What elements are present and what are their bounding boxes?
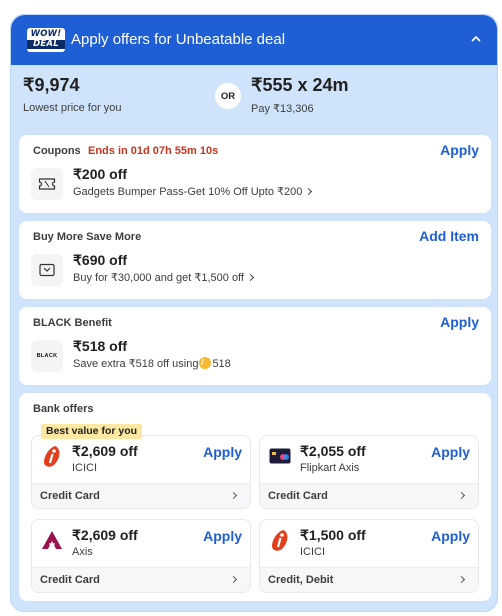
- wow-badge-line1: WOW!: [30, 29, 62, 39]
- buy-more-card: Buy More Save More Add Item ₹690 off Buy…: [19, 221, 491, 299]
- bank-offer-bank: Axis: [72, 546, 93, 558]
- coupon-apply-button[interactable]: Apply: [440, 142, 479, 158]
- bank-offer-apply-button[interactable]: Apply: [431, 528, 470, 544]
- bank-offer-footer[interactable]: Credit Card: [260, 483, 478, 508]
- chevron-right-icon: [229, 575, 238, 584]
- black-coins: 518: [212, 358, 231, 370]
- bank-offer-amount: ₹1,500 off: [300, 527, 366, 543]
- bag-icon: [31, 254, 63, 286]
- wow-deal-badge: WOW! DEAL: [27, 28, 65, 52]
- bank-offer-card-type: Credit, Debit: [268, 574, 334, 586]
- coupons-title: Coupons: [33, 145, 81, 157]
- coupon-description-text: Gadgets Bumper Pass-Get 10% Off Upto ₹20…: [73, 186, 303, 198]
- bank-offer-footer[interactable]: Credit, Debit: [260, 567, 478, 592]
- black-description: Save extra ₹518 off using 518: [73, 357, 231, 370]
- black-benefit-card: BLACK Benefit Apply BLACK ₹518 off Save …: [19, 307, 491, 385]
- supercoin-icon: [199, 357, 212, 369]
- coupon-timer: Ends in 01d 07h 55m 10s: [88, 145, 219, 157]
- chevron-right-icon: [457, 491, 466, 500]
- bank-offer-apply-button[interactable]: Apply: [431, 444, 470, 460]
- bank-offer-tile[interactable]: ₹2,055 off Flipkart Axis Apply Credit Ca…: [259, 435, 479, 509]
- emi-price: ₹555 x 24m: [251, 75, 349, 95]
- offers-header[interactable]: WOW! DEAL Apply offers for Unbeatable de…: [11, 15, 497, 65]
- bank-offer-tile[interactable]: ₹2,609 off ICICI Apply Credit Card: [31, 435, 251, 509]
- bank-offer-card-type: Credit Card: [40, 574, 100, 586]
- flipkart-axis-card-icon: [268, 444, 292, 468]
- axis-logo-icon: [40, 528, 64, 552]
- coupon-amount: ₹200 off: [73, 166, 128, 182]
- offers-panel: WOW! DEAL Apply offers for Unbeatable de…: [10, 14, 498, 612]
- chevron-right-icon: [229, 491, 238, 500]
- icici-logo-icon: [268, 528, 292, 552]
- buy-more-description-text: Buy for ₹30,000 and get ₹1,500 off: [73, 272, 244, 284]
- buy-more-amount: ₹690 off: [73, 252, 128, 268]
- black-description-text: Save extra ₹518 off using: [73, 358, 199, 370]
- bank-offers-title: Bank offers: [33, 403, 94, 415]
- chevron-up-icon[interactable]: [471, 34, 481, 44]
- buy-more-description[interactable]: Buy for ₹30,000 and get ₹1,500 off: [73, 271, 255, 284]
- icici-logo-icon: [40, 444, 64, 468]
- bank-offer-bank: ICICI: [300, 546, 326, 558]
- bank-offer-tile[interactable]: ₹2,609 off Axis Apply Credit Card: [31, 519, 251, 593]
- buy-more-title: Buy More Save More: [33, 231, 142, 243]
- bank-offer-bank: ICICI: [72, 462, 98, 474]
- chevron-right-icon: [457, 575, 466, 584]
- bank-offer-amount: ₹2,055 off: [300, 443, 366, 459]
- bank-offer-card-type: Credit Card: [40, 490, 100, 502]
- black-logo-text: BLACK: [36, 353, 58, 359]
- bank-offer-tile[interactable]: ₹1,500 off ICICI Apply Credit, Debit: [259, 519, 479, 593]
- bank-offer-card-type: Credit Card: [268, 490, 328, 502]
- bank-offer-footer[interactable]: Credit Card: [32, 483, 250, 508]
- ticket-icon: [31, 168, 63, 200]
- add-item-button[interactable]: Add Item: [419, 228, 479, 244]
- bank-offer-apply-button[interactable]: Apply: [203, 444, 242, 460]
- bank-offer-amount: ₹2,609 off: [72, 443, 138, 459]
- black-benefit-title: BLACK Benefit: [33, 317, 112, 329]
- or-badge: OR: [215, 83, 241, 109]
- black-apply-button[interactable]: Apply: [440, 314, 479, 330]
- lowest-price-label: Lowest price for you: [23, 102, 122, 114]
- price-summary: ₹9,974 Lowest price for you OR ₹555 x 24…: [11, 65, 497, 133]
- bank-offer-amount: ₹2,609 off: [72, 527, 138, 543]
- wow-badge-line2: DEAL: [27, 40, 65, 49]
- emi-total: Pay ₹13,306: [251, 103, 314, 115]
- bank-offer-footer[interactable]: Credit Card: [32, 567, 250, 592]
- coupons-card: Coupons Ends in 01d 07h 55m 10s Apply ₹2…: [19, 135, 491, 213]
- lowest-price: ₹9,974: [23, 75, 80, 95]
- chevron-right-icon: [305, 187, 313, 196]
- coupon-description[interactable]: Gadgets Bumper Pass-Get 10% Off Upto ₹20…: [73, 185, 313, 198]
- offers-header-title: Apply offers for Unbeatable deal: [71, 31, 286, 48]
- best-value-tag: Best value for you: [41, 424, 143, 439]
- chevron-right-icon: [246, 273, 255, 282]
- bank-offer-bank: Flipkart Axis: [300, 462, 360, 474]
- bank-offer-apply-button[interactable]: Apply: [203, 528, 242, 544]
- black-logo-icon: BLACK: [31, 340, 63, 372]
- bank-offers-card: Bank offers Best value for you ₹2,609 of…: [19, 393, 491, 601]
- black-amount: ₹518 off: [73, 338, 128, 354]
